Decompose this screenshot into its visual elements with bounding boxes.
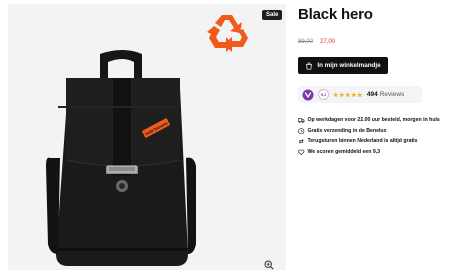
usp-item: We scoren gemiddeld een 9,3	[298, 147, 440, 158]
usp-item: Terugsturen binnen Nederland is altijd g…	[298, 136, 440, 147]
cart-icon	[306, 61, 313, 70]
star-rating	[333, 92, 363, 98]
truck-icon	[298, 118, 305, 123]
usp-item: Gratis verzending in de Benelux	[298, 126, 440, 137]
usp-text: Terugsturen binnen Nederland is altijd g…	[307, 138, 418, 145]
zoom-icon[interactable]	[264, 260, 274, 270]
review-score: 9,1	[318, 89, 329, 100]
recycle-icon	[207, 15, 248, 52]
clock-icon	[298, 127, 305, 134]
star-icon	[351, 92, 357, 97]
usp-text: We scoren gemiddeld een 9,3	[307, 148, 381, 155]
product-image-panel[interactable]: Sale bold banana	[8, 4, 286, 270]
review-count: 494	[366, 91, 378, 98]
original-price: 89,00	[298, 39, 314, 45]
kiyoh-logo	[302, 89, 314, 100]
usp-text: Op werkdagen voor 22.00 uur besteld, mor…	[307, 117, 440, 124]
product-info: Black hero 89,00 27,00 In mijn winkelman…	[298, 0, 468, 270]
usp-item: Op werkdagen voor 22.00 uur besteld, mor…	[298, 115, 440, 126]
add-to-cart-label: In mijn winkelmandje	[317, 62, 381, 69]
review-label: Reviews	[379, 91, 405, 98]
add-to-cart-button[interactable]: In mijn winkelmandje	[298, 57, 388, 74]
sale-badge: Sale	[262, 10, 283, 20]
backpack-image: bold banana	[46, 50, 196, 266]
star-icon	[345, 92, 351, 97]
sale-price: 27,00	[320, 39, 336, 45]
heart-icon	[298, 149, 305, 155]
return-icon	[298, 139, 304, 144]
star-icon	[339, 92, 345, 97]
usp-list: Op werkdagen voor 22.00 uur besteld, mor…	[298, 115, 440, 157]
review-widget[interactable]: 9,1 494 Reviews	[298, 86, 422, 103]
star-icon	[357, 92, 363, 97]
usp-text: Gratis verzending in de Benelux	[307, 127, 387, 134]
product-title: Black hero	[298, 6, 373, 23]
star-icon	[333, 92, 339, 97]
